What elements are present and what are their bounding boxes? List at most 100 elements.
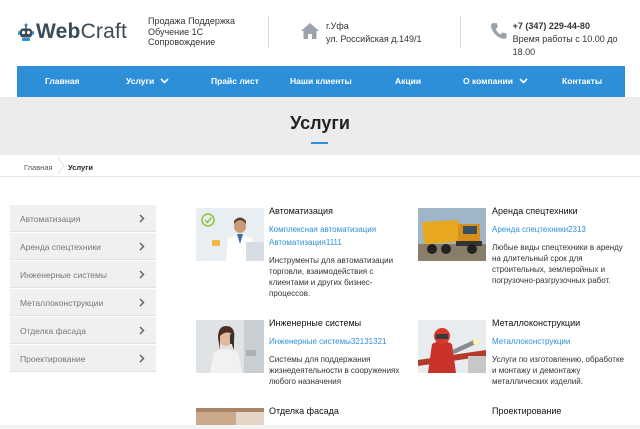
description-line: на длительный срок для — [492, 254, 583, 263]
nav-item-services[interactable]: Услуги — [126, 76, 169, 86]
service-description: Услуги по изготовлению, обработке и монт… — [492, 354, 624, 387]
nav-item-label: О компании — [463, 76, 513, 86]
description-line: и монтажу и демонтажу — [492, 366, 581, 375]
tagline-line: Сопровождение — [148, 37, 216, 47]
service-link[interactable]: Комплексная автоматизация — [269, 225, 376, 234]
header-phone: +7 (347) 229-44-80 Время работы с 10.00 … — [490, 20, 640, 59]
phone-number[interactable]: +7 (347) 229-44-80 — [513, 20, 640, 33]
nav-item-label: Наши клиенты — [290, 76, 352, 86]
service-image-facade[interactable] — [196, 408, 264, 425]
description-line: жизнедеятельности в сооружениях — [269, 366, 400, 375]
address-street: ул. Российская д.149/1 — [326, 34, 422, 44]
sidebar-item-metal[interactable]: Металлоконструкции — [10, 289, 156, 316]
service-title-engineering[interactable]: Инженерные системы — [269, 318, 361, 328]
service-title-rental[interactable]: Аренда спецтехники — [492, 206, 578, 216]
service-title-design[interactable]: Проектирование — [492, 406, 561, 416]
dump-truck-photo-icon — [418, 208, 486, 261]
description-line: любого назначения — [269, 377, 342, 386]
description-line: процессов. — [269, 289, 311, 298]
service-link[interactable]: Инженерные системы32131321 — [269, 337, 386, 346]
nav-item-label: Прайс лист — [211, 76, 259, 86]
description-line: строительных, землеройных и — [492, 265, 606, 274]
page-title: Услуги — [290, 113, 350, 133]
chevron-right-icon — [139, 354, 145, 363]
nav-item-home[interactable]: Главная — [45, 76, 80, 86]
service-link[interactable]: Автоматизация1111 — [269, 238, 342, 247]
chevron-down-icon — [160, 78, 169, 84]
woman-on-phone-photo-icon — [196, 320, 264, 373]
sidebar-item-label: Проектирование — [20, 354, 86, 364]
header-address: г.Уфа ул. Российская д.149/1 — [300, 20, 422, 46]
description-line: Любые виды спецтехники в аренду — [492, 243, 623, 252]
chevron-down-icon — [519, 78, 528, 84]
nav-item-price[interactable]: Прайс лист — [211, 76, 259, 86]
sidebar-item-automation[interactable]: Автоматизация — [10, 205, 156, 232]
breadcrumb — [0, 155, 640, 177]
welder-photo-icon — [418, 320, 486, 373]
logo-craft: Craft — [80, 20, 128, 43]
phone-icon — [490, 23, 507, 39]
chevron-right-icon — [139, 326, 145, 335]
page-bottom-edge — [0, 425, 640, 429]
nav-item-contacts[interactable]: Контакты — [562, 76, 602, 86]
sidebar-item-design[interactable]: Проектирование — [10, 345, 156, 372]
sidebar-item-label: Инженерные системы — [20, 270, 107, 280]
robot-logo-icon — [18, 23, 34, 41]
title-underline — [311, 142, 328, 144]
chevron-right-icon — [139, 270, 145, 279]
address-city: г.Уфа — [326, 21, 349, 31]
service-title-metal[interactable]: Металлоконструкции — [492, 318, 580, 328]
site-logo[interactable]: WebCraft — [18, 20, 127, 44]
service-description: Системы для поддержания жизнедеятельност… — [269, 354, 399, 387]
service-image-metal[interactable] — [418, 320, 486, 373]
description-line: Услуги по изготовлению, обработке — [492, 355, 625, 364]
header-tagline: Продажа Поддержка Обучение 1С Сопровожде… — [148, 16, 235, 48]
nav-item-label: Акции — [395, 76, 422, 86]
description-line: Инструменты для автоматизации — [269, 256, 394, 265]
chevron-right-icon — [139, 214, 145, 223]
sidebar-item-engineering[interactable]: Инженерные системы — [10, 261, 156, 288]
sidebar-item-label: Автоматизация — [20, 214, 81, 224]
description-line: металлических изделий. — [492, 377, 583, 386]
nav-item-about[interactable]: О компании — [463, 76, 528, 86]
sidebar-item-facade[interactable]: Отделка фасада — [10, 317, 156, 344]
main-nav: Главная Услуги Прайс лист Наши клиенты А… — [17, 66, 625, 97]
tagline-line: Продажа Поддержка — [148, 16, 236, 26]
site-header: WebCraft Продажа Поддержка Обучение 1С С… — [0, 0, 640, 66]
nav-item-label: Главная — [45, 76, 80, 86]
header-divider — [460, 16, 461, 48]
work-hours: Время работы с 10.00 до 18.00 — [512, 34, 618, 57]
tagline-line: Обучение 1С — [148, 26, 204, 37]
service-link[interactable]: Аренда спецтехники2313 — [492, 225, 586, 234]
service-title-automation[interactable]: Автоматизация — [269, 206, 333, 216]
service-title-facade[interactable]: Отделка фасада — [269, 406, 339, 416]
header-divider — [268, 16, 269, 48]
service-image-automation[interactable] — [196, 208, 264, 261]
breadcrumb-current: Услуги — [68, 163, 93, 172]
service-image-rental[interactable] — [418, 208, 486, 261]
sidebar-item-rental[interactable]: Аренда спецтехники — [10, 233, 156, 260]
description-line: торговли, взаимодействия с — [269, 267, 374, 276]
nav-item-promo[interactable]: Акции — [395, 76, 421, 86]
service-description: Инструменты для автоматизации торговли, … — [269, 255, 393, 299]
nav-item-clients[interactable]: Наши клиенты — [290, 76, 352, 86]
logo-web: Web — [36, 20, 81, 43]
description-line: погрузочно-разгрузочных работ. — [492, 276, 611, 285]
description-line: Системы для поддержания — [269, 355, 371, 364]
sidebar-item-label: Металлоконструкции — [20, 298, 104, 308]
service-description: Любые виды спецтехники в аренду на длите… — [492, 242, 623, 286]
chevron-right-icon — [139, 298, 145, 307]
home-icon — [301, 23, 319, 39]
nav-item-label: Контакты — [562, 76, 603, 86]
logo-text: WebCraft — [36, 20, 127, 44]
sidebar-item-label: Отделка фасада — [20, 326, 86, 336]
sidebar-item-label: Аренда спецтехники — [20, 242, 101, 252]
nav-item-label: Услуги — [126, 76, 155, 86]
breadcrumb-home[interactable]: Главная — [24, 163, 53, 172]
chevron-right-icon — [139, 242, 145, 251]
service-link[interactable]: Металлоконструкции — [492, 337, 570, 346]
service-image-engineering[interactable] — [196, 320, 264, 373]
facade-photo-icon — [196, 408, 264, 425]
description-line: клиентами и других бизнес- — [269, 278, 373, 287]
office-worker-photo-icon — [196, 208, 264, 261]
